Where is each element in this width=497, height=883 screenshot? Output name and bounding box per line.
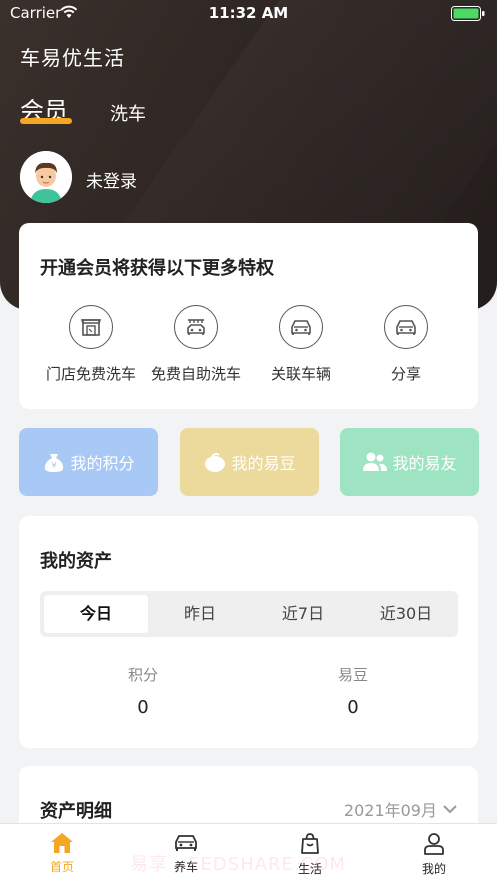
- my-friends-label: 我的易友: [392, 454, 457, 473]
- share-car-icon: [384, 305, 428, 349]
- friends-icon: [363, 452, 388, 471]
- avatar[interactable]: [20, 151, 72, 203]
- car-wash-icon: [174, 305, 218, 349]
- assets-card: 我的资产 今日 昨日 近7日 近30日 积分 0 易豆 0: [19, 516, 478, 748]
- car-care-icon: [175, 835, 197, 851]
- period-segmented-control: 今日 昨日 近7日 近30日: [40, 591, 458, 637]
- bottom-tab-bar: 首页 养车 生活 我的 易享 · EEDSHARE.COM: [0, 823, 497, 883]
- stat-label: 积分: [127, 666, 158, 684]
- store-icon: [69, 305, 113, 349]
- tab-home[interactable]: 首页: [22, 832, 102, 875]
- stat-beans: 易豆 0: [298, 664, 408, 718]
- tab-life[interactable]: 生活: [270, 832, 350, 877]
- tab-car-wash[interactable]: 洗车: [110, 100, 146, 126]
- login-status[interactable]: 未登录: [86, 167, 137, 192]
- privilege-link-vehicle[interactable]: 关联车辆: [246, 305, 356, 385]
- tab-car-care[interactable]: 养车: [146, 832, 226, 875]
- my-points-button[interactable]: ¥ 我的积分: [19, 428, 158, 496]
- status-time: 11:32 AM: [208, 4, 289, 22]
- month-label: 2021年09月: [343, 801, 437, 820]
- privileges-title: 开通会员将获得以下更多特权: [40, 258, 274, 279]
- bean-icon: [205, 452, 226, 472]
- my-friends-button[interactable]: 我的易友: [340, 428, 479, 496]
- my-beans-button[interactable]: 我的易豆: [180, 428, 319, 496]
- svg-text:¥: ¥: [52, 461, 57, 470]
- stat-points: 积分 0: [88, 664, 198, 718]
- chevron-down-icon: [443, 804, 457, 813]
- period-7-days[interactable]: 近7日: [251, 595, 355, 633]
- tab-label: 首页: [49, 860, 74, 874]
- tab-mine[interactable]: 我的: [394, 832, 474, 877]
- privilege-label: 门店免费洗车: [45, 365, 136, 383]
- my-beans-label: 我的易豆: [231, 454, 296, 473]
- money-bag-icon: ¥: [45, 454, 64, 472]
- privilege-label: 关联车辆: [270, 365, 331, 383]
- assets-title: 我的资产: [40, 551, 112, 572]
- privilege-store-wash[interactable]: 门店免费洗车: [36, 305, 146, 385]
- home-icon: [51, 833, 73, 853]
- period-yesterday[interactable]: 昨日: [148, 595, 252, 633]
- tab-label: 养车: [173, 860, 198, 874]
- asset-details-title: 资产明细: [40, 801, 112, 822]
- period-today[interactable]: 今日: [44, 595, 148, 633]
- user-icon: [424, 833, 444, 855]
- privilege-label: 免费自助洗车: [150, 365, 241, 383]
- avatar-icon: [20, 151, 72, 203]
- my-points-label: 我的积分: [70, 454, 135, 473]
- period-30-days[interactable]: 近30日: [354, 595, 458, 633]
- tab-label: 生活: [297, 862, 322, 876]
- app-title: 车易优生活: [20, 46, 125, 70]
- tab-label: 我的: [421, 862, 446, 876]
- battery-icon: [451, 6, 485, 21]
- month-picker[interactable]: 2021年09月: [344, 797, 457, 821]
- privilege-self-wash[interactable]: 免费自助洗车: [141, 305, 251, 385]
- shopping-bag-icon: [301, 833, 319, 854]
- privilege-share[interactable]: 分享: [351, 305, 461, 385]
- tab-active-indicator: [20, 118, 72, 124]
- stat-value: 0: [137, 697, 149, 718]
- stat-label: 易豆: [337, 666, 368, 684]
- privileges-card: 开通会员将获得以下更多特权 门店免费洗车 免费自助洗车 关联车辆 分享: [19, 223, 478, 409]
- privilege-label: 分享: [390, 365, 421, 383]
- stat-value: 0: [347, 697, 359, 718]
- car-icon: [279, 305, 323, 349]
- status-bar: Carrier 11:32 AM: [0, 0, 497, 26]
